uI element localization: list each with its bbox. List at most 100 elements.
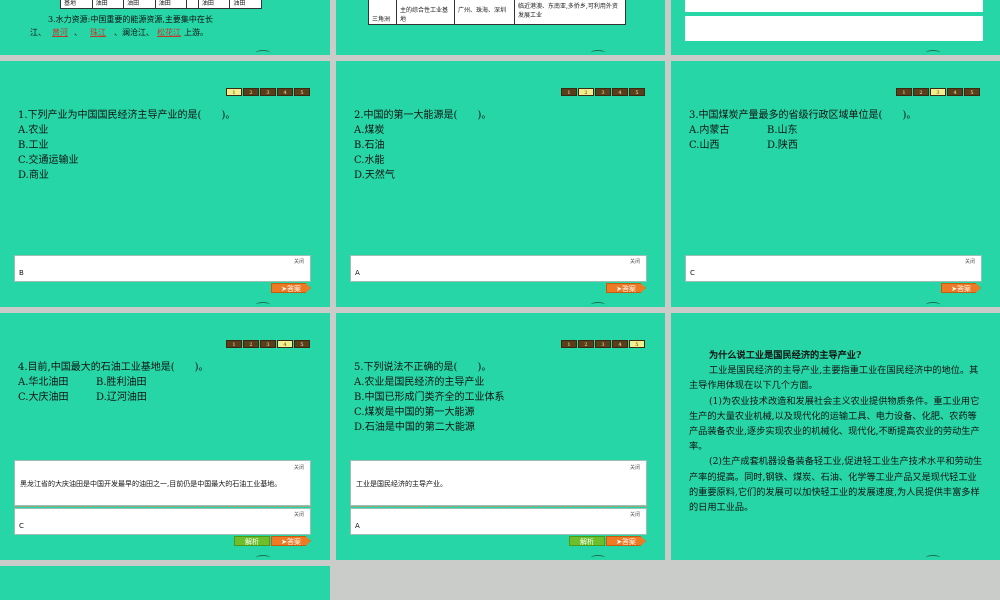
page-button-4[interactable]: 4 [277,340,293,348]
page-button-3[interactable]: 3 [595,88,611,96]
option-d: D.陕西 [767,140,798,151]
explanation-button[interactable]: 解析 [234,536,270,546]
pagination: 1 2 3 4 5 [561,340,645,348]
page-button-1[interactable]: 1 [226,340,242,348]
option-b: B.胜利油田 [96,377,147,388]
page-button-4[interactable]: 4 [277,88,293,96]
answer-button-label: 答案 [621,285,636,293]
page-button-2[interactable]: 2 [243,88,259,96]
page-button-5[interactable]: 5 [629,340,645,348]
explanation-box: 关闭 黑龙江省的大庆油田是中国开发最早的油田之一,目前仍是中国最大的石油工业基地… [14,460,311,506]
answer-button-label: 答案 [621,538,636,546]
industrial-base-table: 三角洲 主的综合性工业基地 广州、珠海、深圳 临近港澳、东南亚,多侨乡,可利用外… [368,0,626,25]
slide-corner-mark [256,555,270,560]
pagination: 1 2 3 4 5 [561,88,645,96]
page-button-2[interactable]: 2 [578,88,594,96]
water-text-line-1: 3.水力资源:中国重要的能源资源,主要集中在长 [48,15,213,24]
slide-water-resources: 基地 油田 油田 油田 油田 油田 3.水力资源:中国重要的能源资源,主要集中在… [0,0,330,55]
slide-industrial-bases: 三角洲 主的综合性工业基地 广州、珠海、深圳 临近港澳、东南亚,多侨乡,可利用外… [336,0,665,55]
pagination: 1 2 3 4 5 [896,88,980,96]
answer-button[interactable]: ➤答案 [606,283,646,293]
table-cell: 广州、珠海、深圳 [454,0,515,25]
option-c: C.山西 [689,140,720,151]
page-button-4[interactable]: 4 [612,88,628,96]
page-button-2[interactable]: 2 [578,340,594,348]
answer-value: B [19,269,24,277]
page-button-2[interactable]: 2 [243,340,259,348]
table-cell: 油田 [154,0,188,9]
page-button-4[interactable]: 4 [947,88,963,96]
slide-next-partial [0,566,330,600]
essay-paragraph: 工业是国民经济的主导产业,主要指重工业在国民经济中的地位。其主导作用体现在以下几… [689,365,979,392]
answer-button[interactable]: ➤答案 [271,536,311,546]
close-button[interactable]: 关闭 [965,258,975,265]
close-button[interactable]: 关闭 [294,511,304,518]
page-button-3[interactable]: 3 [595,340,611,348]
slide-question-3: 1 2 3 4 5 3.中国煤炭产量最多的省级行政区域单位是( )。 A.内蒙古… [671,61,1000,307]
page-button-1[interactable]: 1 [561,340,577,348]
page-button-4[interactable]: 4 [612,340,628,348]
slide-corner-mark [926,50,940,55]
close-button[interactable]: 关闭 [294,258,304,265]
slide-corner-mark [926,302,940,307]
page-button-5[interactable]: 5 [294,88,310,96]
table-cell [186,0,199,9]
page-button-3[interactable]: 3 [260,88,276,96]
essay-paragraph: (2)生产成套机器设备装备轻工业,促进轻工业生产技术水平和劳动生产率的提高。同时… [689,456,983,514]
page-button-3[interactable]: 3 [930,88,946,96]
close-button[interactable]: 关闭 [630,464,640,471]
option-b: B.山东 [767,125,798,136]
page-button-3[interactable]: 3 [260,340,276,348]
option-b: B.石油 [354,140,385,151]
close-button[interactable]: 关闭 [630,258,640,265]
divider [14,506,311,507]
divider [350,506,647,507]
table-cell: 临近港澳、东南亚,多侨乡,可利用外资发展工业 [514,0,626,25]
question-3: 3.中国煤炭产量最多的省级行政区域单位是( )。 A.内蒙古 B.山东 C.山西… [689,108,916,153]
close-button[interactable]: 关闭 [294,464,304,471]
slide-corner-mark [591,50,605,55]
slide-corner-mark [591,555,605,560]
explanation-button[interactable]: 解析 [569,536,605,546]
explanation-box: 关闭 工业是国民经济的主导产业。 [350,460,647,506]
slide-question-4: 1 2 3 4 5 4.目前,中国最大的石油工业基地是( )。 A.华北油田 B… [0,313,330,560]
page-button-1[interactable]: 1 [226,88,242,96]
slide-question-2: 1 2 3 4 5 2.中国的第一大能源是( )。 A.煤炭 B.石油 C.水能… [336,61,665,307]
option-d: D.辽河油田 [96,392,147,403]
explanation-text: 黑龙江省的大庆油田是中国开发最早的油田之一,目前仍是中国最大的石油工业基地。 [20,480,282,488]
question-stem: 4.目前,中国最大的石油工业基地是( )。 [18,362,209,373]
option-b: B.中国已形成门类齐全的工业体系 [354,392,505,403]
question-1: 1.下列产业为中国国民经济主导产业的是( )。 A.农业 B.工业 C.交通运输… [18,108,235,183]
answer-value: A [355,522,360,530]
answer-button[interactable]: ➤答案 [941,283,981,293]
fill-blank: 松花江 [157,28,181,37]
close-button[interactable]: 关闭 [630,511,640,518]
text-fragment: 、 [74,28,82,37]
table-cell: 三角洲 [368,0,397,25]
page-button-5[interactable]: 5 [964,88,980,96]
answer-value: C [19,522,24,530]
page-button-5[interactable]: 5 [629,88,645,96]
question-stem: 2.中国的第一大能源是( )。 [354,110,492,121]
option-row: A.内蒙古 B.山东 [689,123,916,138]
page-button-1[interactable]: 1 [561,88,577,96]
page-button-1[interactable]: 1 [896,88,912,96]
question-stem: 3.中国煤炭产量最多的省级行政区域单位是( )。 [689,110,917,121]
text-fragment: 、澜沧江、 [114,28,154,37]
option-d: D.商业 [18,170,49,181]
slide-question-5: 1 2 3 4 5 5.下列说法不正确的是( )。 A.农业是国民经济的主导产业… [336,313,665,560]
page-button-2[interactable]: 2 [913,88,929,96]
answer-button[interactable]: ➤答案 [271,283,311,293]
essay-title: 为什么说工业是国民经济的主导产业? [709,350,862,361]
option-c: C.水能 [354,155,385,166]
option-a: A.内蒙古 [689,125,730,136]
fill-blank: 黄河 [52,28,68,37]
explanation-text: 工业是国民经济的主导产业。 [356,480,447,488]
page-button-5[interactable]: 5 [294,340,310,348]
option-a: A.农业是国民经济的主导产业 [354,377,485,388]
option-d: D.天然气 [354,170,395,181]
answer-value: A [355,269,360,277]
option-row: A.华北油田 B.胜利油田 [18,375,209,390]
answer-button[interactable]: ➤答案 [606,536,646,546]
option-a: A.华北油田 [18,377,69,388]
